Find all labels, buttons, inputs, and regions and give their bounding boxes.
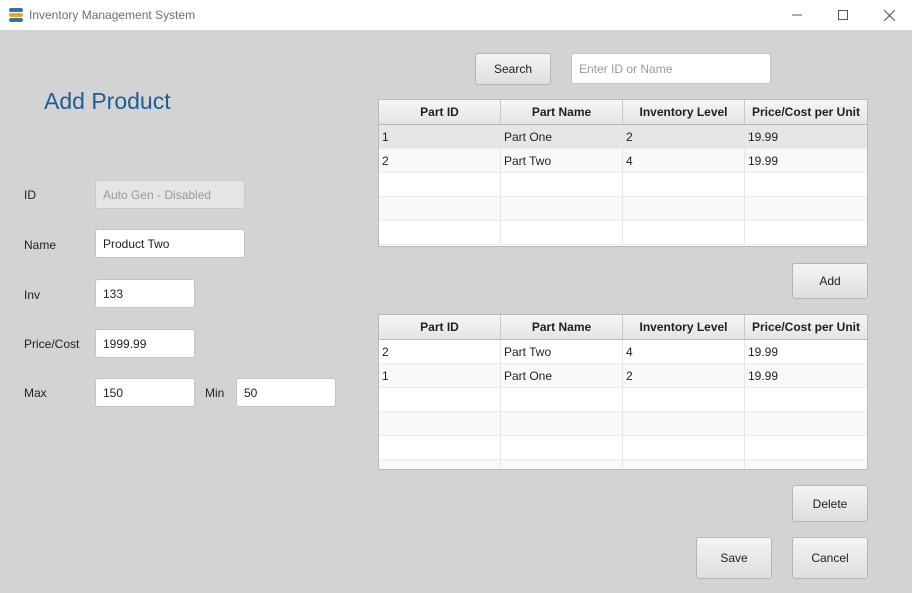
- name-label: Name: [24, 238, 57, 252]
- cell-inventory-level: 2: [623, 125, 745, 148]
- associated-parts-table[interactable]: Part ID Part Name Inventory Level Price/…: [378, 314, 868, 470]
- empty-row: [379, 221, 867, 245]
- column-header-price[interactable]: Price/Cost per Unit: [745, 100, 867, 124]
- all-parts-table[interactable]: Part ID Part Name Inventory Level Price/…: [378, 99, 868, 247]
- cell-inventory-level: 4: [623, 340, 745, 363]
- cell-inventory-level: 4: [623, 149, 745, 172]
- title-bar: Inventory Management System: [0, 0, 912, 30]
- column-header-part-name[interactable]: Part Name: [501, 315, 623, 339]
- name-field[interactable]: [95, 229, 245, 258]
- table-row[interactable]: 2 Part Two 4 19.99: [379, 340, 867, 364]
- close-icon: [883, 9, 895, 21]
- window-title: Inventory Management System: [29, 8, 196, 22]
- cell-price: 19.99: [748, 153, 779, 168]
- column-header-inventory-level[interactable]: Inventory Level: [623, 100, 745, 124]
- id-label: ID: [24, 188, 36, 202]
- cell-price: 19.99: [748, 368, 779, 383]
- empty-row: [379, 173, 867, 197]
- column-header-part-name[interactable]: Part Name: [501, 100, 623, 124]
- empty-row: [379, 460, 867, 469]
- id-field: [95, 180, 245, 209]
- search-button[interactable]: Search: [475, 53, 551, 85]
- maximize-icon: [838, 10, 848, 20]
- cell-part-name: Part One: [501, 364, 623, 387]
- cell-price: 19.99: [748, 129, 779, 144]
- max-field[interactable]: [95, 378, 195, 407]
- cell-part-id: 2: [379, 340, 501, 363]
- cell-price: 19.99: [748, 344, 779, 359]
- table-header: Part ID Part Name Inventory Level Price/…: [379, 100, 867, 125]
- column-header-inventory-level[interactable]: Inventory Level: [623, 315, 745, 339]
- search-input[interactable]: [571, 53, 771, 84]
- table-row[interactable]: 1 Part One 2 19.99: [379, 364, 867, 388]
- cell-part-id: 1: [379, 125, 501, 148]
- empty-row: [379, 197, 867, 221]
- maximize-button[interactable]: [820, 0, 866, 30]
- cell-part-name: Part Two: [501, 149, 623, 172]
- column-header-part-id[interactable]: Part ID: [379, 100, 501, 124]
- empty-row: [379, 412, 867, 436]
- price-label: Price/Cost: [24, 337, 80, 351]
- minimize-button[interactable]: [774, 0, 820, 30]
- close-button[interactable]: [866, 0, 912, 30]
- delete-button[interactable]: Delete: [792, 485, 868, 522]
- minimize-icon: [792, 14, 802, 16]
- cell-part-id: 2: [379, 149, 501, 172]
- add-button[interactable]: Add: [792, 263, 868, 299]
- empty-row: [379, 388, 867, 412]
- cell-part-name: Part Two: [501, 340, 623, 363]
- inv-label: Inv: [24, 288, 41, 302]
- cell-inventory-level: 2: [623, 364, 745, 387]
- inv-field[interactable]: [95, 279, 195, 308]
- save-button[interactable]: Save: [696, 537, 772, 579]
- form-content: Add Product ID Name Inv Price/Cost Max M…: [0, 30, 912, 593]
- column-header-part-id[interactable]: Part ID: [379, 315, 501, 339]
- cancel-button[interactable]: Cancel: [792, 537, 868, 579]
- table-row[interactable]: 1 Part One 2 19.99: [379, 125, 867, 149]
- page-title: Add Product: [44, 88, 171, 114]
- table-row[interactable]: 2 Part Two 4 19.99: [379, 149, 867, 173]
- max-label: Max: [24, 386, 47, 400]
- database-icon: [9, 8, 23, 22]
- cell-part-name: Part One: [501, 125, 623, 148]
- min-label: Min: [205, 386, 225, 400]
- table-header: Part ID Part Name Inventory Level Price/…: [379, 315, 867, 340]
- min-field[interactable]: [236, 378, 336, 407]
- cell-part-id: 1: [379, 364, 501, 387]
- price-field[interactable]: [95, 329, 195, 358]
- empty-row: [379, 436, 867, 460]
- column-header-price[interactable]: Price/Cost per Unit: [745, 315, 867, 339]
